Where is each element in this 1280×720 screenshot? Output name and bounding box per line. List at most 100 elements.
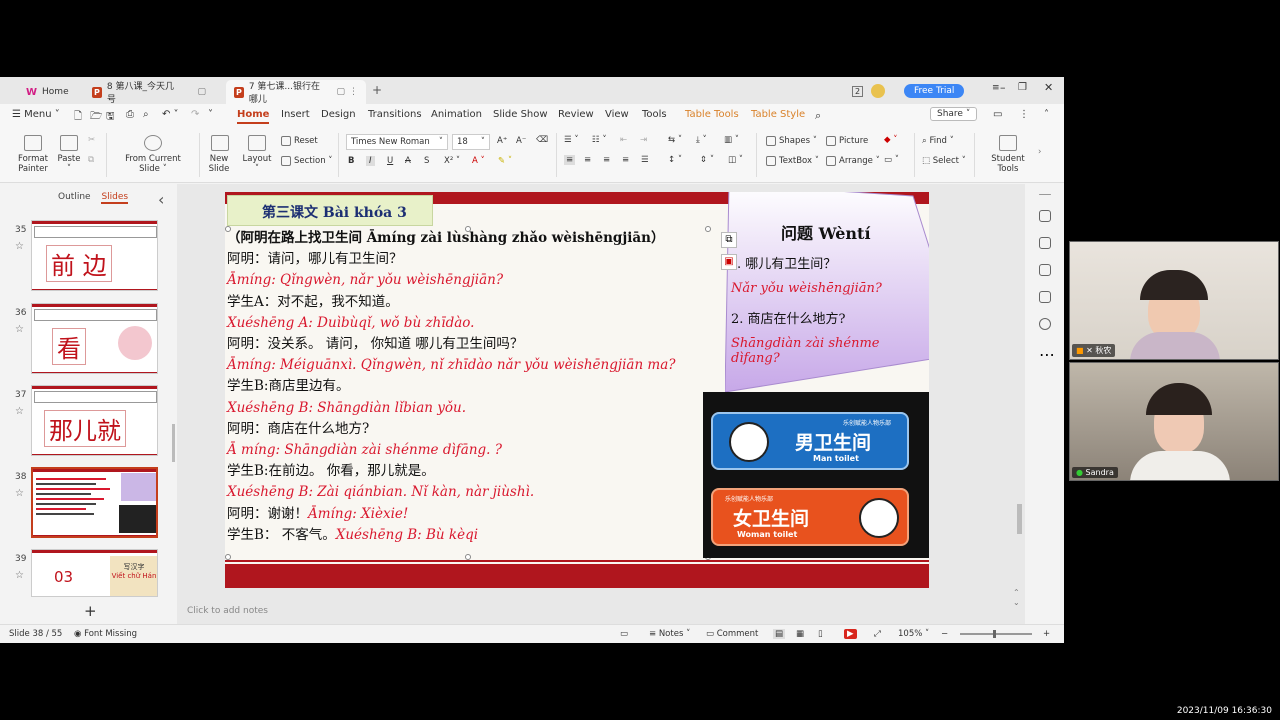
more-options-icon[interactable]: ⋮ xyxy=(1019,109,1029,120)
slide-sorter-icon[interactable]: ▦ xyxy=(796,629,804,639)
menu-transitions[interactable]: Transitions xyxy=(368,109,422,120)
selection-handle[interactable] xyxy=(465,226,471,232)
convert-smartart-icon[interactable]: ◫ ˅ xyxy=(728,155,743,165)
text-shadow-icon[interactable]: S xyxy=(424,156,429,166)
zoom-level[interactable]: 105% xyxy=(898,629,922,639)
panel-scrollbar[interactable] xyxy=(172,424,175,462)
selection-handle[interactable] xyxy=(705,226,711,232)
font-name-select[interactable]: Times New Roman ˅ xyxy=(346,134,448,150)
tab-more-icon[interactable]: ⋮ xyxy=(349,87,358,97)
star-icon[interactable]: ☆ xyxy=(15,570,24,581)
align-left-icon[interactable]: ≡ xyxy=(564,155,576,165)
free-trial-button[interactable]: Free Trial xyxy=(904,84,965,98)
menu-table-tools[interactable]: Table Tools xyxy=(685,109,739,120)
reset-button[interactable]: Reset xyxy=(281,136,318,146)
outline-icon[interactable]: ▭ ˅ xyxy=(884,155,899,165)
strikethrough-icon[interactable]: A xyxy=(405,156,411,166)
new-file-icon[interactable]: 🗋 xyxy=(74,109,82,126)
dialogue-textbox[interactable]: （阿明在路上找卫生间 Āmíng zài lùshàng zhǎo wèishē… xyxy=(227,228,715,558)
collapse-panel-icon[interactable]: ‹ xyxy=(158,190,164,209)
lesson-title[interactable]: 第三课文 Bài khóa 3 xyxy=(227,195,433,226)
shapes-button[interactable]: Shapes ˅ xyxy=(766,136,817,146)
notes-toggle[interactable]: ≡ Notes ˅ xyxy=(649,629,690,639)
menu-table-style[interactable]: Table Style xyxy=(751,109,805,120)
notes-placeholder[interactable]: Click to add notes xyxy=(187,606,268,616)
print-icon[interactable]: ⎙ xyxy=(126,109,134,120)
font-color-icon[interactable]: A ˅ xyxy=(472,156,485,166)
participant-video[interactable]: ■ ✕ 秋农 xyxy=(1069,241,1279,360)
selection-handle[interactable] xyxy=(225,226,231,232)
slide-thumbnail-37[interactable]: 那儿就 xyxy=(31,385,158,456)
comment-icon[interactable]: ▭ xyxy=(993,109,1002,120)
tab-home[interactable]: W Home xyxy=(18,80,77,104)
slideshow-play-icon[interactable]: ▶ xyxy=(844,629,857,639)
text-direction-icon[interactable]: ⇆ ˅ xyxy=(668,135,682,145)
cut-icon[interactable]: ✂ xyxy=(88,135,95,145)
menu-slide-show[interactable]: Slide Show xyxy=(493,109,548,120)
prev-slide-icon[interactable]: ⌃ xyxy=(1013,588,1020,597)
underline-icon[interactable]: U xyxy=(387,156,393,166)
search-icon[interactable]: ⌕ xyxy=(815,109,821,123)
italic-icon[interactable]: I xyxy=(366,156,375,166)
slide-thumbnail-36[interactable]: 看 xyxy=(31,303,158,374)
align-center-icon[interactable]: ≡ xyxy=(584,155,591,165)
copy-icon[interactable]: ⧉ xyxy=(88,155,94,165)
numbering-icon[interactable]: ☷ ˅ xyxy=(592,135,607,145)
new-tab-icon[interactable]: + xyxy=(372,83,382,97)
add-slide-icon[interactable]: + xyxy=(84,602,97,620)
quick-access-more-icon[interactable]: ˅ xyxy=(208,109,213,120)
avatar[interactable] xyxy=(871,84,886,98)
star-icon[interactable]: ☆ xyxy=(15,324,24,335)
save-icon[interactable]: 🖫 xyxy=(106,109,115,126)
smart-fit-icon[interactable]: ▭ xyxy=(620,629,628,639)
slide-thumbnail-38[interactable] xyxy=(31,467,158,538)
increase-indent-icon[interactable]: ⇥ xyxy=(640,135,647,145)
ribbon-scroll-right-icon[interactable]: › xyxy=(1038,147,1041,157)
redo-icon[interactable]: ↷ xyxy=(191,109,199,120)
line-spacing-icon[interactable]: ↕ ˅ xyxy=(668,155,682,165)
zoom-in-icon[interactable]: + xyxy=(1043,629,1050,639)
window-close-button[interactable]: ✕ xyxy=(1044,81,1053,94)
section-button[interactable]: Section ˅ xyxy=(281,156,333,166)
menu-design[interactable]: Design xyxy=(321,109,356,120)
help-icon[interactable] xyxy=(1039,318,1051,330)
paste-button[interactable]: Paste ˅ xyxy=(55,135,83,174)
window-minimize-button[interactable]: – xyxy=(1000,81,1006,94)
from-current-slide-button[interactable]: From Current Slide ˅ xyxy=(114,135,192,174)
font-missing-status[interactable]: ◉ Font Missing xyxy=(74,629,137,639)
decrease-indent-icon[interactable]: ⇤ xyxy=(620,135,627,145)
toilet-sign-image[interactable]: 乐创赋能人物乐部 男卫生间 Man toilet 乐创赋能人物乐部 女卫生间 W… xyxy=(703,392,929,558)
format-painter-button[interactable]: Format Painter xyxy=(16,135,50,174)
select-objects-icon[interactable] xyxy=(1039,210,1051,222)
menu-review[interactable]: Review xyxy=(558,109,594,120)
comment-toggle[interactable]: ▭ Comment xyxy=(706,629,758,639)
menu-button[interactable]: ☰ Menu ˅ xyxy=(12,109,60,120)
menu-insert[interactable]: Insert xyxy=(281,109,310,120)
share-button[interactable]: Share ˅ xyxy=(930,107,978,121)
justify-icon[interactable]: ≡ xyxy=(622,155,629,165)
zoom-dropdown-icon[interactable]: ˅ xyxy=(925,629,929,639)
fill-icon[interactable]: ◆ ˅ xyxy=(884,135,898,145)
new-slide-button[interactable]: New Slide xyxy=(206,135,234,174)
window-restore-button[interactable]: ❐ xyxy=(1018,82,1027,93)
slide-thumbnail-39[interactable]: 03 写汉字 Viết chữ Hán xyxy=(31,549,158,597)
columns-icon[interactable]: ▥ ˅ xyxy=(724,135,739,145)
star-icon[interactable]: ☆ xyxy=(15,488,24,499)
tab-document-7[interactable]: P 7 第七课...银行在哪儿 ▢ ⋮ xyxy=(226,80,366,105)
star-icon[interactable]: ☆ xyxy=(15,406,24,417)
tab-slides[interactable]: Slides xyxy=(101,192,129,204)
bullets-icon[interactable]: ☰ ˅ xyxy=(564,135,579,145)
slide-scrollbar[interactable] xyxy=(1017,504,1022,534)
superscript-icon[interactable]: X² ˅ xyxy=(444,156,460,166)
decrease-font-icon[interactable]: A⁻ xyxy=(516,136,526,146)
find-button[interactable]: ⌕ Find ˅ xyxy=(922,136,954,146)
more-icon[interactable]: ⋯ xyxy=(1039,345,1055,364)
student-tools-button[interactable]: Student Tools xyxy=(980,135,1036,174)
collapse-ribbon-icon[interactable]: ˄ xyxy=(1044,109,1049,120)
history-icon[interactable] xyxy=(1039,291,1051,303)
next-slide-icon[interactable]: ⌄ xyxy=(1013,598,1020,607)
slide-thumbnail-35[interactable]: 前 边 xyxy=(31,220,158,291)
paragraph-spacing-icon[interactable]: ⇕ ˅ xyxy=(700,155,714,165)
menu-dots-icon[interactable]: ≡ xyxy=(992,83,1000,93)
picture-button[interactable]: Picture xyxy=(826,136,868,146)
